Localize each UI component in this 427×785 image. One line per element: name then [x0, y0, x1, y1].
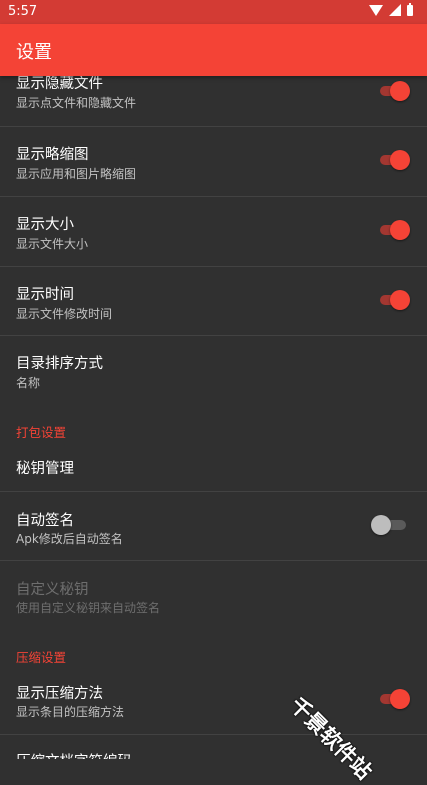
toggle-switch[interactable] [380, 220, 410, 240]
section-header-compress: 压缩设置 [16, 650, 67, 665]
pref-show-time[interactable]: 显示时间 显示文件修改时间 [0, 267, 427, 336]
pref-summary: 使用自定义秘钥来自动签名 [16, 601, 161, 615]
signal-icon [389, 4, 401, 16]
toggle-switch[interactable] [380, 150, 410, 170]
pref-show-compress-method[interactable]: 显示压缩方法 显示条目的压缩方法 [0, 666, 427, 734]
page-title: 设置 [16, 42, 52, 63]
pref-show-thumbnail[interactable]: 显示略缩图 显示应用和图片略缩图 [0, 127, 427, 196]
pref-summary: Apk修改后自动签名 [16, 532, 123, 546]
pref-summary: 显示点文件和隐藏文件 [16, 96, 137, 110]
wifi-icon [369, 4, 383, 16]
pref-summary: 显示条目的压缩方法 [16, 705, 125, 719]
toggle-switch[interactable] [371, 515, 410, 535]
status-bar: 5:57 [0, 0, 427, 24]
status-icons [369, 2, 413, 16]
app-bar: 设置 [0, 24, 427, 76]
pref-title: 自动签名 [16, 513, 74, 529]
pref-auto-sign[interactable]: 自动签名 Apk修改后自动签名 [0, 492, 427, 560]
pref-summary: 名称 [16, 376, 41, 390]
pref-summary: 显示文件修改时间 [16, 307, 113, 321]
pref-show-hidden[interactable]: 显示隐藏文件 显示点文件和隐藏文件 [0, 76, 427, 126]
pref-summary: 显示文件大小 [16, 237, 89, 251]
toggle-switch[interactable] [380, 689, 410, 709]
status-time: 5:57 [8, 4, 38, 19]
pref-title: 目录排序方式 [16, 356, 103, 372]
pref-title: 显示大小 [16, 217, 74, 233]
pref-sort-order[interactable]: 目录排序方式 名称 [0, 336, 427, 405]
pref-title: 自定义秘钥 [16, 582, 89, 598]
pref-title: 显示隐藏文件 [16, 76, 103, 92]
pref-title: 压缩文档字符编码 [16, 750, 132, 759]
pref-key-manage[interactable]: 秘钥管理 [0, 442, 427, 490]
section-header-pack: 打包设置 [16, 425, 67, 440]
pref-show-size[interactable]: 显示大小 显示文件大小 [0, 197, 427, 266]
toggle-switch[interactable] [380, 290, 410, 310]
toggle-switch[interactable] [380, 81, 410, 101]
pref-title: 秘钥管理 [16, 461, 74, 477]
pref-custom-key: 自定义秘钥 使用自定义秘钥来自动签名 [0, 561, 427, 629]
settings-list[interactable]: 显示隐藏文件 显示点文件和隐藏文件 显示略缩图 显示应用和图片略缩图 显示大小 … [0, 76, 427, 759]
pref-title: 显示略缩图 [16, 147, 89, 163]
pref-title: 显示压缩方法 [16, 686, 103, 702]
battery-icon [407, 2, 413, 16]
pref-title: 显示时间 [16, 287, 74, 303]
pref-summary: 显示应用和图片略缩图 [16, 167, 137, 181]
